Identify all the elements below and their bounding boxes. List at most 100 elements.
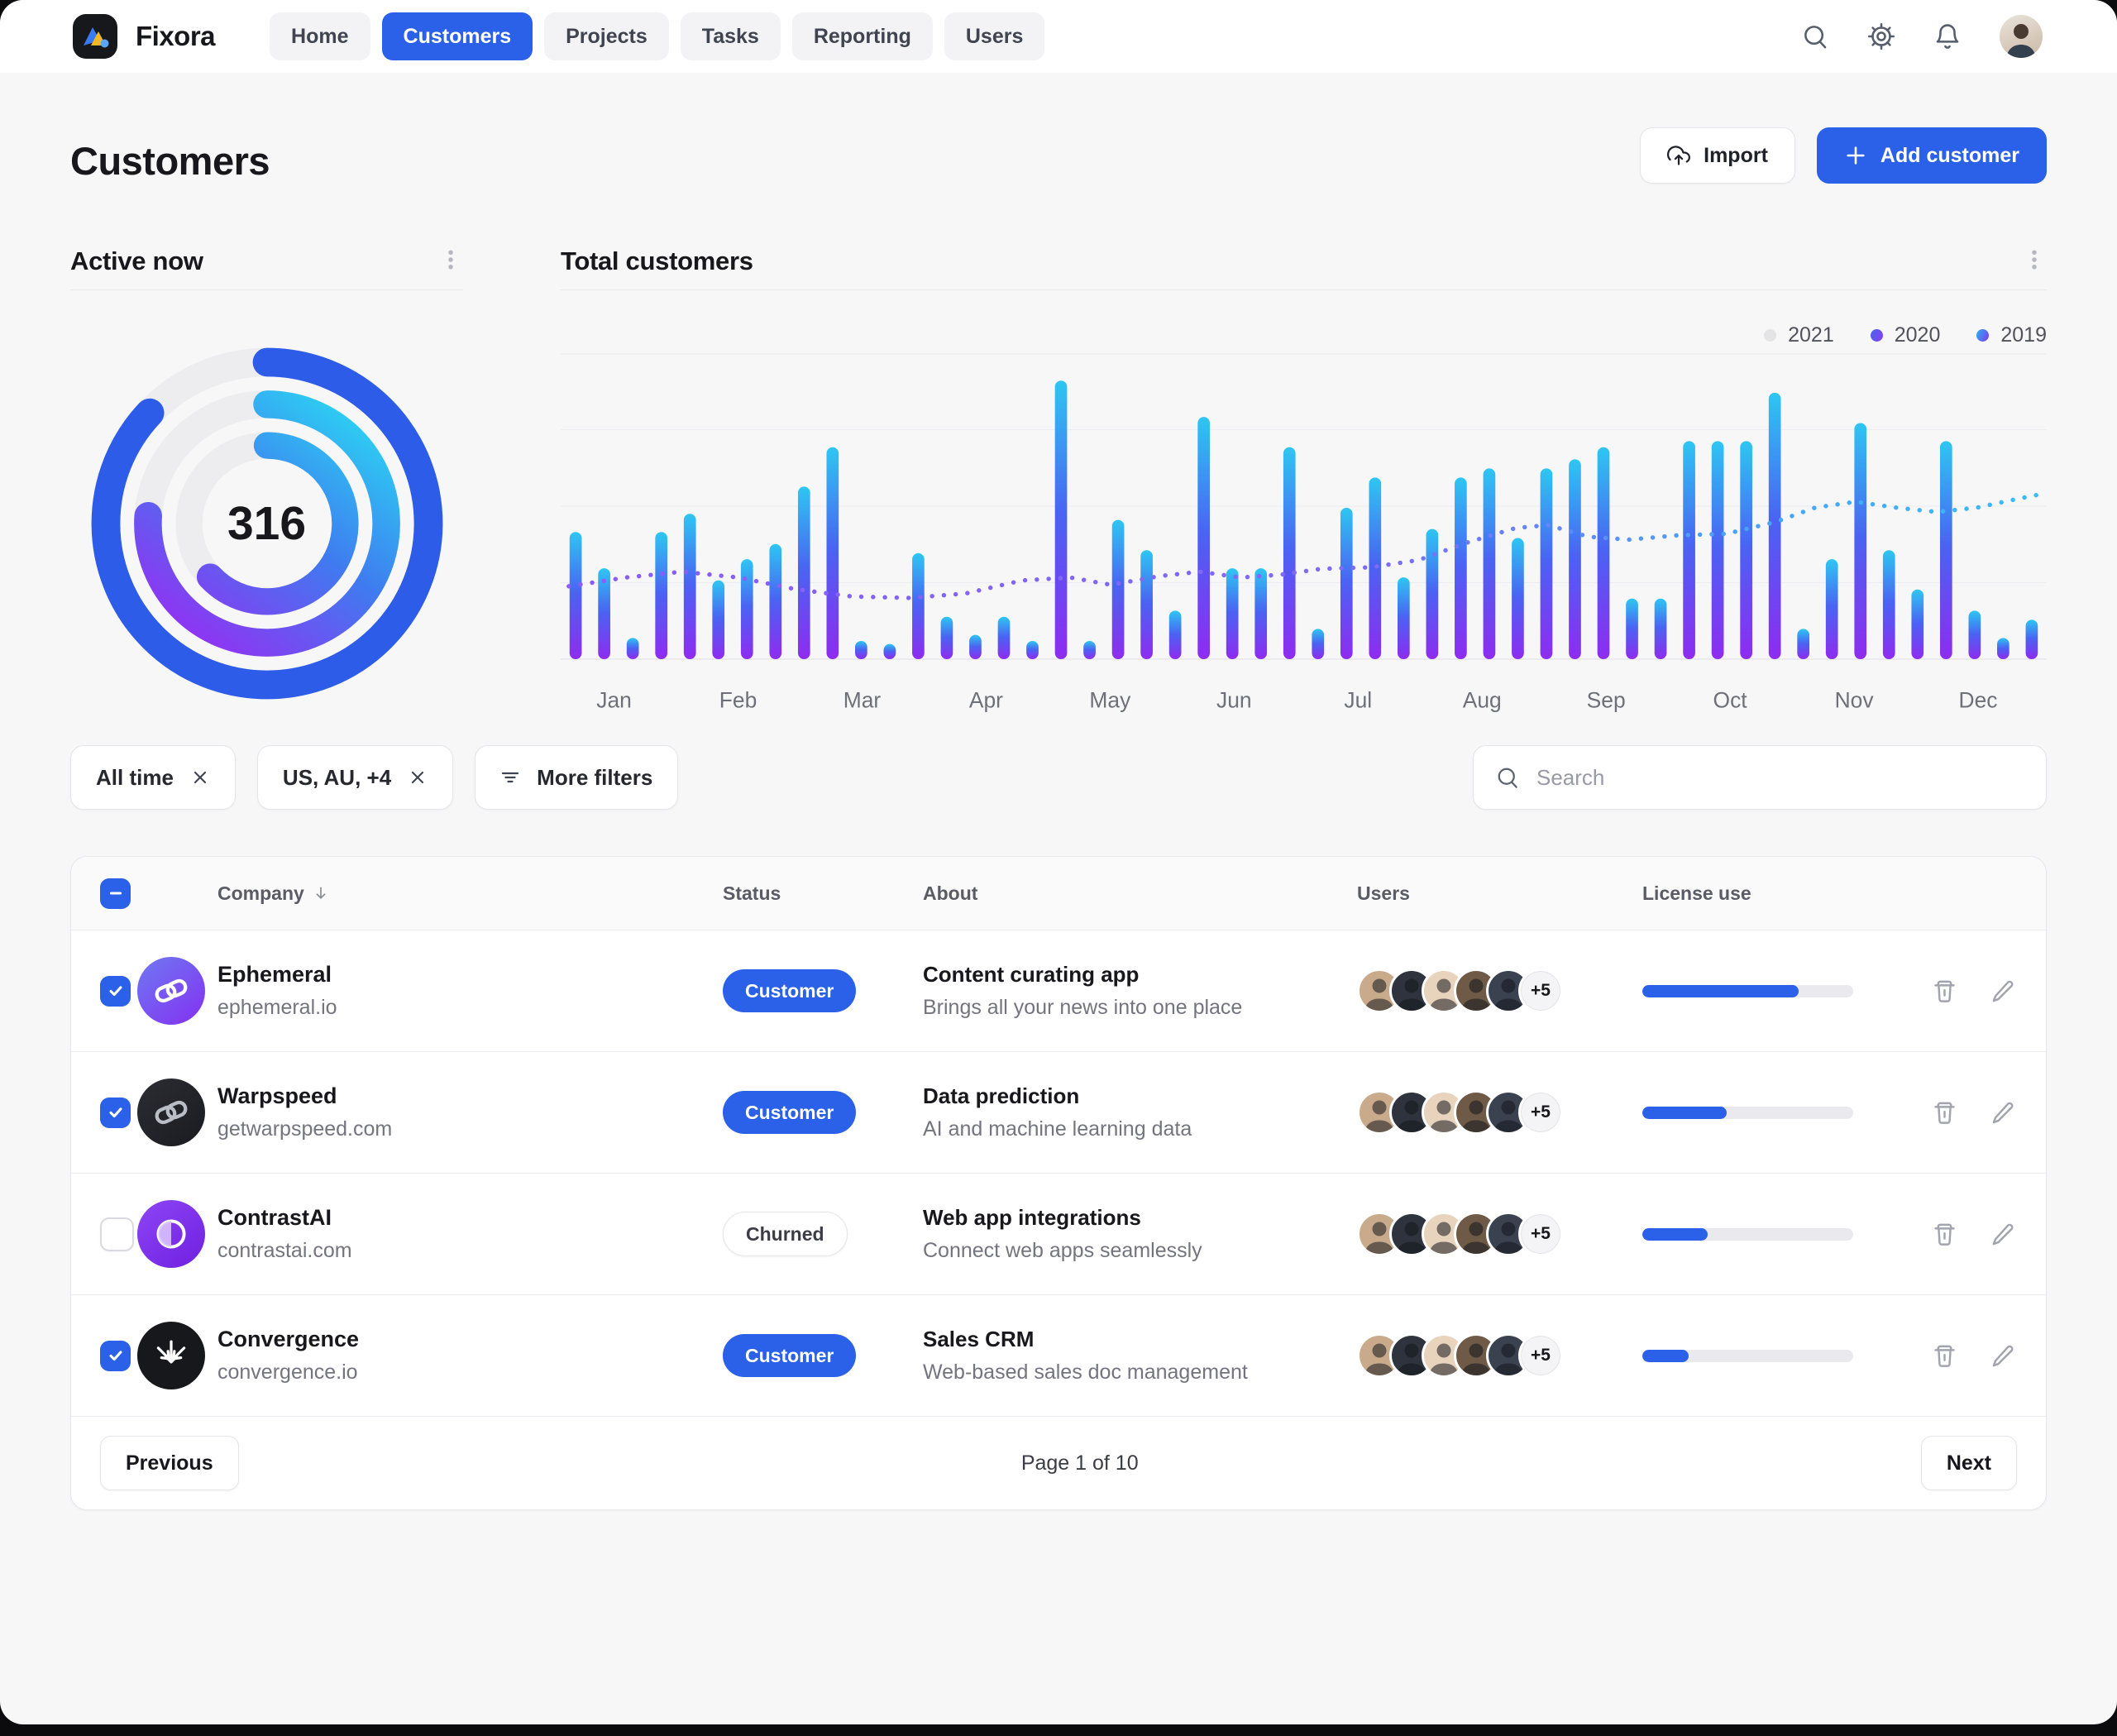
users-avatars[interactable]: +5 <box>1357 1212 1642 1256</box>
primary-nav: Home Customers Projects Tasks Reporting … <box>270 12 1044 60</box>
active-now-title: Active now <box>70 246 203 276</box>
app-window: Fixora Home Customers Projects Tasks Rep… <box>0 0 2117 1724</box>
status-badge: Customer <box>723 969 856 1012</box>
license-progress <box>1642 1350 1853 1362</box>
page-title: Customers <box>70 138 270 184</box>
company-domain: ephemeral.io <box>217 996 723 1020</box>
about-title: Content curating app <box>923 962 1357 988</box>
nav-tab-projects[interactable]: Projects <box>544 12 669 60</box>
legend-item-2021[interactable]: 2021 <box>1764 323 1834 347</box>
filter-chips: All time US, AU, +4 More filters <box>70 745 678 810</box>
filter-lines-icon <box>500 768 520 787</box>
pencil-icon[interactable] <box>1990 978 2016 1004</box>
arrow-down-icon <box>313 885 329 901</box>
svg-text:Dec: Dec <box>1959 688 1998 713</box>
about-subtitle: Connect web apps seamlessly <box>923 1239 1357 1263</box>
company-logo <box>137 1322 205 1389</box>
next-page-button[interactable]: Next <box>1921 1436 2017 1490</box>
svg-text:Jan: Jan <box>596 688 632 713</box>
kebab-menu-icon[interactable] <box>438 247 463 275</box>
company-name[interactable]: ContrastAI <box>217 1205 723 1231</box>
company-domain: convergence.io <box>217 1361 723 1384</box>
column-header-status[interactable]: Status <box>723 882 923 905</box>
users-avatars[interactable]: +5 <box>1357 1333 1642 1378</box>
svg-text:Nov: Nov <box>1835 688 1875 713</box>
users-avatars[interactable]: +5 <box>1357 1090 1642 1135</box>
search-input[interactable] <box>1535 764 2024 791</box>
legend-item-2019[interactable]: 2019 <box>1976 323 2047 347</box>
svg-text:Apr: Apr <box>969 688 1003 713</box>
column-header-about[interactable]: About <box>923 882 1357 905</box>
users-avatars[interactable]: +5 <box>1357 968 1642 1013</box>
nav-tab-home[interactable]: Home <box>270 12 370 60</box>
notifications-bell-icon[interactable] <box>1933 22 1962 50</box>
nav-tab-customers[interactable]: Customers <box>382 12 533 60</box>
total-customers-panel: Total customers 2021 2020 2019 <box>561 243 2047 734</box>
page-status: Page 1 of 10 <box>239 1451 1921 1475</box>
column-header-company[interactable]: Company <box>217 882 723 905</box>
filter-chip-all-time[interactable]: All time <box>70 745 236 810</box>
trash-icon[interactable] <box>1932 1343 1957 1369</box>
company-logo <box>137 1078 205 1146</box>
x-icon <box>190 768 210 787</box>
previous-page-button[interactable]: Previous <box>100 1436 239 1490</box>
pencil-icon[interactable] <box>1990 1100 2016 1126</box>
table-row[interactable]: Convergence convergence.io Customer Sale… <box>71 1295 2046 1416</box>
svg-text:Feb: Feb <box>719 688 757 713</box>
kebab-menu-icon[interactable] <box>2022 247 2047 275</box>
import-button[interactable]: Import <box>1640 127 1795 184</box>
table-row[interactable]: Warpspeed getwarpspeed.com Customer Data… <box>71 1052 2046 1174</box>
more-filters-button[interactable]: More filters <box>475 745 678 810</box>
row-checkbox[interactable] <box>100 1341 131 1371</box>
row-checkbox[interactable] <box>100 1217 134 1251</box>
nav-tab-users[interactable]: Users <box>944 12 1045 60</box>
status-badge: Customer <box>723 1334 856 1377</box>
about-title: Web app integrations <box>923 1205 1357 1231</box>
select-all-checkbox[interactable] <box>100 878 131 909</box>
nav-tab-reporting[interactable]: Reporting <box>792 12 933 60</box>
trash-icon[interactable] <box>1932 978 1957 1004</box>
users-extra-count: +5 <box>1518 1333 1563 1378</box>
filter-chip-countries[interactable]: US, AU, +4 <box>257 745 453 810</box>
user-avatar[interactable] <box>2000 15 2043 58</box>
nav-tab-tasks[interactable]: Tasks <box>681 12 781 60</box>
company-name[interactable]: Convergence <box>217 1327 723 1352</box>
pencil-icon[interactable] <box>1990 1222 2016 1247</box>
about-subtitle: Brings all your news into one place <box>923 996 1357 1020</box>
pencil-icon[interactable] <box>1990 1343 2016 1369</box>
table-row[interactable]: Ephemeral ephemeral.io Customer Content … <box>71 930 2046 1052</box>
cloud-upload-icon <box>1667 144 1690 167</box>
license-progress <box>1642 1107 1853 1119</box>
active-now-donut: 316 <box>70 328 463 719</box>
legend-dot-icon <box>1764 329 1776 342</box>
row-checkbox[interactable] <box>100 976 131 1007</box>
license-progress <box>1642 985 1853 997</box>
brand-name: Fixora <box>136 21 215 52</box>
column-header-license[interactable]: License use <box>1642 882 1932 905</box>
about-subtitle: Web-based sales doc management <box>923 1361 1357 1384</box>
trash-icon[interactable] <box>1932 1222 1957 1247</box>
legend-dot-icon <box>1871 329 1883 342</box>
search-icon[interactable] <box>1801 22 1829 50</box>
svg-text:Sep: Sep <box>1587 688 1626 713</box>
about-title: Sales CRM <box>923 1327 1357 1352</box>
settings-gear-icon[interactable] <box>1867 22 1895 50</box>
column-header-users[interactable]: Users <box>1357 882 1642 905</box>
divider <box>561 289 2047 290</box>
svg-text:Jul: Jul <box>1344 688 1372 713</box>
legend-item-2020[interactable]: 2020 <box>1871 323 1941 347</box>
brand-logo-icon <box>73 14 117 59</box>
table-header-row: Company Status About Users License use <box>71 857 2046 930</box>
search-box[interactable] <box>1473 745 2047 810</box>
table-row[interactable]: ContrastAI contrastai.com Churned Web ap… <box>71 1174 2046 1295</box>
users-extra-count: +5 <box>1518 1090 1563 1135</box>
row-checkbox[interactable] <box>100 1098 131 1128</box>
add-customer-button[interactable]: Add customer <box>1817 127 2047 184</box>
active-now-value: 316 <box>70 328 463 719</box>
total-customers-bar-chart: JanFebMarAprMayJunJulAugSepOctNovDec <box>561 353 2047 734</box>
trash-icon[interactable] <box>1932 1100 1957 1126</box>
svg-text:Mar: Mar <box>843 688 882 713</box>
company-name[interactable]: Warpspeed <box>217 1083 723 1109</box>
brand[interactable]: Fixora <box>73 14 215 59</box>
company-name[interactable]: Ephemeral <box>217 962 723 988</box>
